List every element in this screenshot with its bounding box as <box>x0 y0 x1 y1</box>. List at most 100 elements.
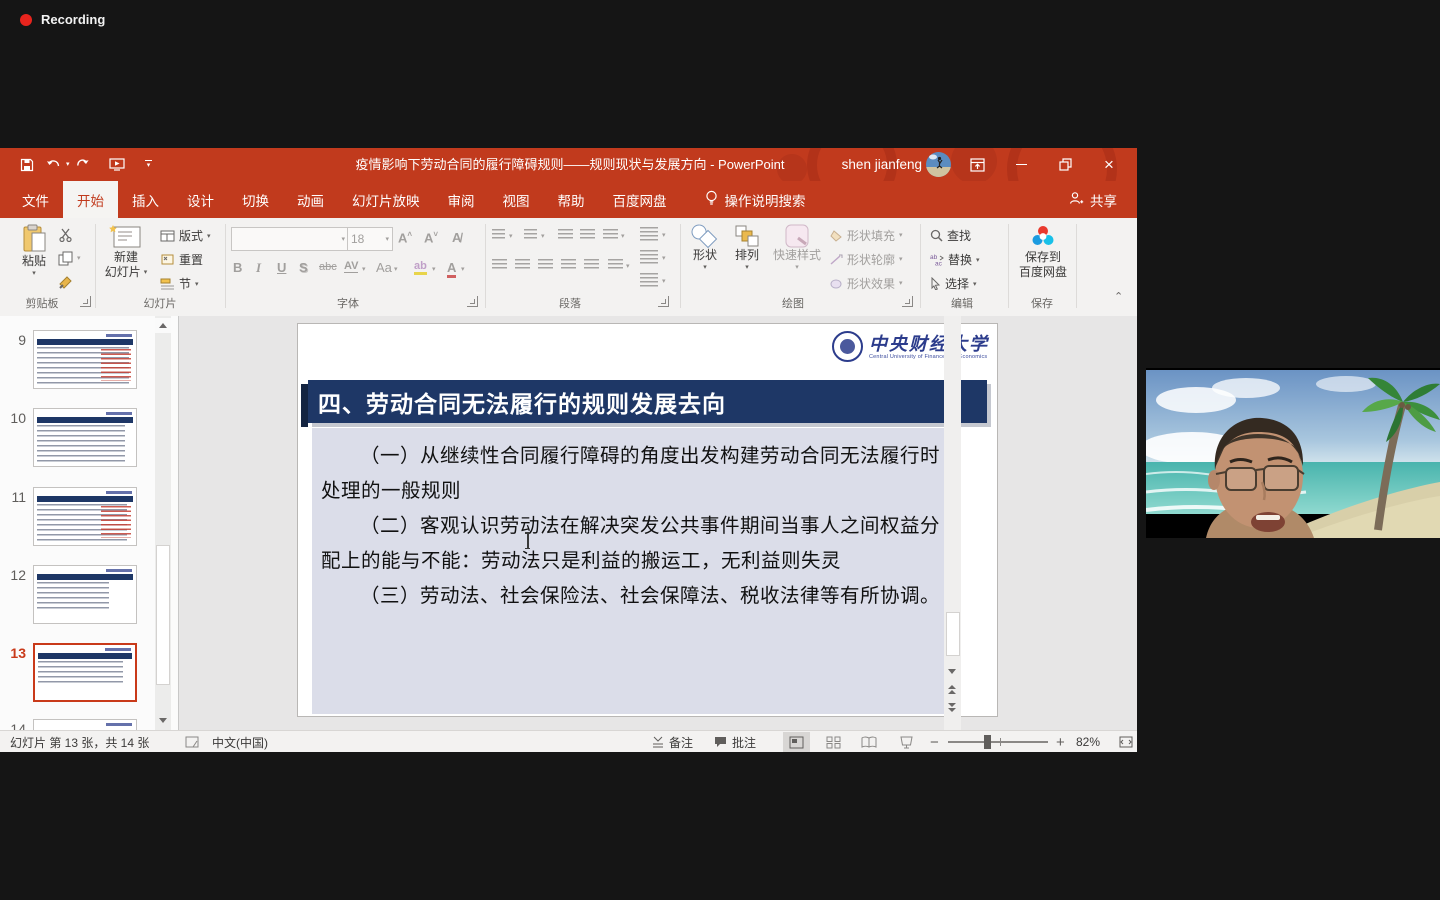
quick-styles-button[interactable]: 快速样式 ▾ <box>768 224 826 271</box>
editor-scroll-down-icon[interactable] <box>944 664 960 679</box>
change-case-button[interactable]: Aa <box>376 260 392 275</box>
character-spacing-caret[interactable]: ▾ <box>362 265 366 273</box>
font-color-button[interactable]: A <box>447 260 456 278</box>
numbering-icon[interactable] <box>524 229 537 241</box>
copy-dropdown-caret[interactable]: ▾ <box>77 255 81 262</box>
redo-icon[interactable] <box>70 152 96 178</box>
bold-button[interactable]: B <box>233 260 242 275</box>
save-icon[interactable] <box>14 152 40 178</box>
slide-title-banner[interactable]: 四、劳动合同无法履行的规则发展去向 <box>308 380 987 423</box>
convert-smartart-icon[interactable] <box>640 273 658 288</box>
tab-file[interactable]: 文件 <box>8 181 63 218</box>
shape-effects-button[interactable]: 形状效果▾ <box>830 275 903 292</box>
slide-body-textbox[interactable]: （一）从继续性合同履行障碍的角度出发构建劳动合同无法履行时处理的一般规则 （二）… <box>312 428 956 714</box>
bullets-icon[interactable] <box>492 229 505 241</box>
thumbnail-slide-10[interactable] <box>33 408 137 467</box>
character-spacing-button[interactable]: AV <box>344 260 358 273</box>
paragraph-dialog-launcher[interactable] <box>658 296 669 307</box>
thumbnail-slide-14[interactable] <box>33 719 137 730</box>
editor-scroll-thumb[interactable] <box>946 612 960 656</box>
customize-quick-access-icon[interactable]: ▾ <box>136 152 162 178</box>
align-text-icon[interactable] <box>640 250 658 265</box>
font-name-combo[interactable]: ▾ <box>231 227 349 251</box>
italic-button[interactable]: I <box>256 260 261 276</box>
reset-button[interactable]: 重置 <box>160 251 203 268</box>
line-spacing-caret[interactable]: ▾ <box>621 232 625 240</box>
thumbnail-slide-9[interactable] <box>33 330 137 389</box>
new-slide-button[interactable]: 新建 幻灯片▾ <box>100 224 152 280</box>
undo-icon[interactable] <box>40 152 66 178</box>
align-left-icon[interactable] <box>492 259 507 271</box>
font-size-combo[interactable]: 18▾ <box>347 227 393 251</box>
comments-button[interactable]: 批注 <box>714 731 756 752</box>
align-right-icon[interactable] <box>538 259 553 271</box>
increase-indent-icon[interactable] <box>580 229 595 241</box>
highlight-color-caret[interactable]: ▾ <box>432 265 436 273</box>
ribbon-display-options-icon[interactable] <box>957 148 997 181</box>
columns-icon[interactable] <box>608 259 623 271</box>
clear-formatting-icon[interactable]: A̸ <box>452 230 461 245</box>
slide-canvas[interactable]: 中央财经大学 Central University of Finance and… <box>297 323 998 717</box>
line-spacing-icon[interactable] <box>603 229 618 241</box>
previous-slide-button[interactable] <box>944 682 960 697</box>
thumbnail-slide-13-selected[interactable] <box>33 643 137 702</box>
editor-scrollbar[interactable] <box>944 316 961 730</box>
tab-insert[interactable]: 插入 <box>118 181 173 218</box>
text-shadow-button[interactable]: S <box>299 260 308 275</box>
thumb-scroll-thumb[interactable] <box>156 545 170 685</box>
font-dialog-launcher[interactable] <box>467 296 478 307</box>
text-direction-caret[interactable]: ▾ <box>662 231 666 239</box>
zoom-percentage[interactable]: 82% <box>1076 731 1100 752</box>
display-settings-icon[interactable] <box>185 731 199 752</box>
notes-button[interactable]: 备注 <box>652 731 693 752</box>
find-button[interactable]: 查找 <box>930 227 971 244</box>
format-painter-icon[interactable] <box>58 275 73 290</box>
change-case-caret[interactable]: ▾ <box>394 265 398 273</box>
decrease-indent-icon[interactable] <box>558 229 573 241</box>
tab-home[interactable]: 开始 <box>63 181 118 218</box>
text-direction-icon[interactable] <box>640 227 658 242</box>
collapse-ribbon-chevron[interactable]: ⌃ <box>1114 290 1123 303</box>
fit-slide-to-window-button[interactable] <box>1112 732 1137 752</box>
decrease-font-size-icon[interactable]: A˅ <box>424 230 438 245</box>
columns-caret[interactable]: ▾ <box>626 262 630 270</box>
next-slide-button[interactable] <box>944 700 960 715</box>
copy-icon[interactable]: ▾ <box>58 251 81 266</box>
thumbnail-scrollbar[interactable] <box>155 316 171 730</box>
shapes-button[interactable]: 形状 ▾ <box>686 224 724 271</box>
close-button[interactable]: × <box>1089 148 1129 181</box>
section-button[interactable]: 节▾ <box>160 275 199 292</box>
tab-baidu-netdisk[interactable]: 百度网盘 <box>599 181 681 218</box>
underline-button[interactable]: U <box>277 260 286 275</box>
arrange-button[interactable]: 排列 ▾ <box>728 224 766 271</box>
thumb-scroll-down-icon[interactable] <box>155 713 171 728</box>
justify-icon[interactable] <box>561 259 576 271</box>
strikethrough-button[interactable]: abc <box>319 261 337 273</box>
thumb-scroll-up-icon[interactable] <box>155 318 171 333</box>
convert-smartart-caret[interactable]: ▾ <box>662 277 666 285</box>
paste-button[interactable]: 粘贴 ▾ <box>12 224 56 277</box>
zoom-out-button[interactable]: − <box>930 731 939 752</box>
share-button[interactable]: 共享 <box>1069 181 1137 218</box>
align-center-icon[interactable] <box>515 259 530 271</box>
numbering-caret[interactable]: ▾ <box>541 232 545 240</box>
paste-dropdown-caret[interactable]: ▾ <box>32 270 36 277</box>
tell-me-search[interactable]: 操作说明搜索 <box>705 181 806 218</box>
clipboard-dialog-launcher[interactable] <box>80 296 91 307</box>
replace-button[interactable]: abac 替换▾ <box>930 251 980 268</box>
slide-sorter-view-button[interactable] <box>820 732 847 752</box>
start-slideshow-icon[interactable] <box>104 152 130 178</box>
tab-review[interactable]: 审阅 <box>434 181 489 218</box>
reading-view-button[interactable] <box>855 732 882 752</box>
select-button[interactable]: 选择▾ <box>930 275 977 292</box>
shape-fill-button[interactable]: 形状填充▾ <box>830 227 903 244</box>
tab-transitions[interactable]: 切换 <box>228 181 283 218</box>
distribute-icon[interactable] <box>584 259 599 271</box>
restore-button[interactable] <box>1045 148 1085 181</box>
font-color-caret[interactable]: ▾ <box>461 265 465 273</box>
language-status[interactable]: 中文(中国) <box>212 731 268 752</box>
bullets-caret[interactable]: ▾ <box>509 232 513 240</box>
cut-icon[interactable] <box>58 228 74 242</box>
zoom-in-button[interactable]: + <box>1056 731 1065 752</box>
normal-view-button[interactable] <box>783 732 810 752</box>
